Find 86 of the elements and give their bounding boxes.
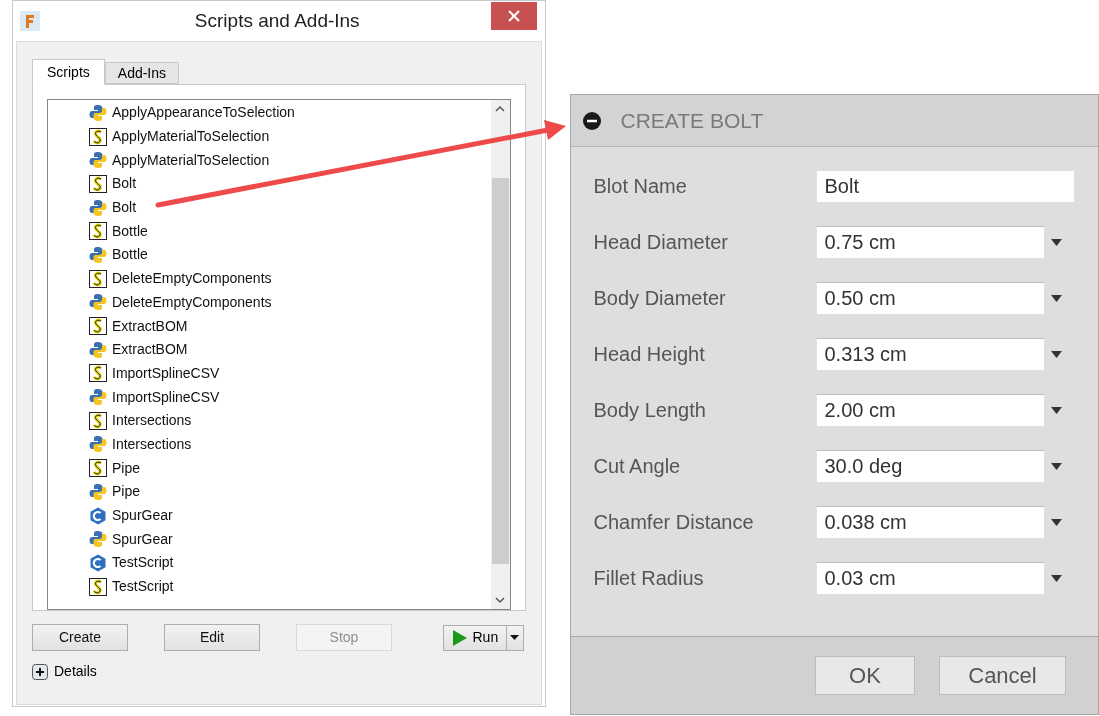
field-label: Body Length (593, 398, 707, 423)
scroll-down-icon[interactable] (495, 596, 505, 604)
action-button[interactable]: Edit (164, 624, 260, 651)
script-item[interactable]: Pipe (89, 480, 145, 504)
dropdown-arrow-icon[interactable] (1050, 462, 1062, 470)
field-label: Fillet Radius (593, 566, 705, 591)
run-button[interactable]: Run (442, 624, 524, 651)
dropdown-arrow-icon[interactable] (1050, 294, 1062, 302)
value-field[interactable]: 30.0 deg (815, 449, 1045, 483)
value-field[interactable]: 0.03 cm (815, 561, 1045, 595)
field-label: Body Diameter (593, 286, 727, 311)
value-field[interactable]: 2.00 cm (815, 393, 1045, 427)
action-button[interactable]: Create (32, 624, 128, 651)
snakes-icon (89, 388, 107, 407)
script-item[interactable]: Bolt (89, 195, 141, 220)
script-item[interactable]: TestScript (89, 551, 178, 575)
c-gear-icon (89, 506, 107, 525)
scrollbar-thumb[interactable] (491, 178, 509, 564)
tab[interactable]: Add-Ins (104, 62, 180, 84)
script-file-icon (89, 269, 107, 288)
text-field[interactable]: Bolt (815, 169, 1075, 203)
script-file-icon (89, 364, 107, 383)
details-label[interactable]: Details (54, 661, 97, 682)
script-item[interactable]: DeleteEmptyComponents (89, 290, 276, 315)
dropdown-arrow-icon[interactable] (1050, 238, 1062, 246)
snakes-icon (89, 435, 107, 454)
script-item[interactable]: Pipe (89, 456, 145, 480)
c-gear-icon (89, 553, 107, 572)
caret-icon[interactable] (510, 635, 519, 640)
script-item[interactable]: ApplyAppearanceToSelection (89, 101, 299, 125)
script-file-icon (89, 174, 107, 193)
plus-box-icon[interactable] (32, 663, 48, 680)
script-item[interactable]: SpurGear (89, 527, 177, 552)
dropdown-arrow-icon[interactable] (1050, 574, 1062, 582)
script-item[interactable]: Bolt (89, 172, 141, 196)
dropdown-arrow-icon[interactable] (1050, 518, 1062, 526)
window-title: Scripts and Add-Ins (194, 8, 360, 33)
script-item[interactable]: Intersections (89, 408, 196, 433)
script-file-icon (89, 459, 107, 478)
field-label: Head Diameter (593, 230, 729, 255)
dropdown-arrow-icon[interactable] (1050, 350, 1062, 358)
script-item[interactable]: DeleteEmptyComponents (89, 266, 276, 291)
script-item[interactable]: ExtractBOM (89, 314, 192, 338)
close-icon (507, 10, 520, 22)
script-file-icon (89, 317, 107, 336)
tab[interactable]: Scripts (32, 59, 105, 85)
script-item[interactable]: ApplyMaterialToSelection (89, 124, 274, 149)
snakes-icon (89, 103, 107, 122)
field-label: Cut Angle (593, 454, 682, 479)
play-icon (452, 629, 467, 646)
script-item[interactable]: SpurGear (89, 503, 177, 528)
value-field[interactable]: 0.313 cm (815, 337, 1045, 371)
snakes-icon (89, 245, 107, 264)
script-item[interactable]: Bottle (89, 243, 152, 267)
script-item[interactable]: ApplyMaterialToSelection (89, 148, 274, 173)
field-label: Head Height (593, 342, 706, 367)
value-field[interactable]: 0.50 cm (815, 281, 1045, 315)
script-item[interactable]: Bottle (89, 219, 152, 244)
snakes-icon (89, 293, 107, 312)
dropdown-arrow-icon[interactable] (1050, 406, 1062, 414)
collapse-icon[interactable] (582, 111, 601, 130)
app-logo-icon (20, 11, 40, 31)
snakes-icon (89, 198, 107, 217)
value-field[interactable]: 0.038 cm (815, 505, 1045, 539)
panel-title: CREATE BOLT (620, 107, 764, 134)
field-label: Chamfer Distance (593, 510, 755, 535)
dialog-button[interactable]: OK (815, 656, 915, 695)
script-file-icon (89, 577, 107, 596)
script-item[interactable]: ExtractBOM (89, 337, 192, 362)
script-item[interactable]: ImportSplineCSV (89, 361, 224, 386)
script-item[interactable]: ImportSplineCSV (89, 385, 224, 409)
script-file-icon (89, 411, 107, 430)
script-item[interactable]: Intersections (89, 432, 196, 457)
close-button[interactable] (490, 2, 537, 30)
script-file-icon (89, 222, 107, 241)
script-file-icon (89, 127, 107, 146)
snakes-icon (89, 151, 107, 170)
dialog-button[interactable]: Cancel (939, 656, 1066, 695)
field-label: Blot Name (593, 174, 688, 199)
scroll-up-icon[interactable] (495, 105, 505, 113)
scrollbar[interactable] (490, 100, 510, 609)
script-item[interactable]: TestScript (89, 574, 178, 599)
snakes-icon (89, 530, 107, 549)
value-field[interactable]: 0.75 cm (815, 225, 1045, 259)
snakes-icon (89, 482, 107, 501)
snakes-icon (89, 340, 107, 359)
